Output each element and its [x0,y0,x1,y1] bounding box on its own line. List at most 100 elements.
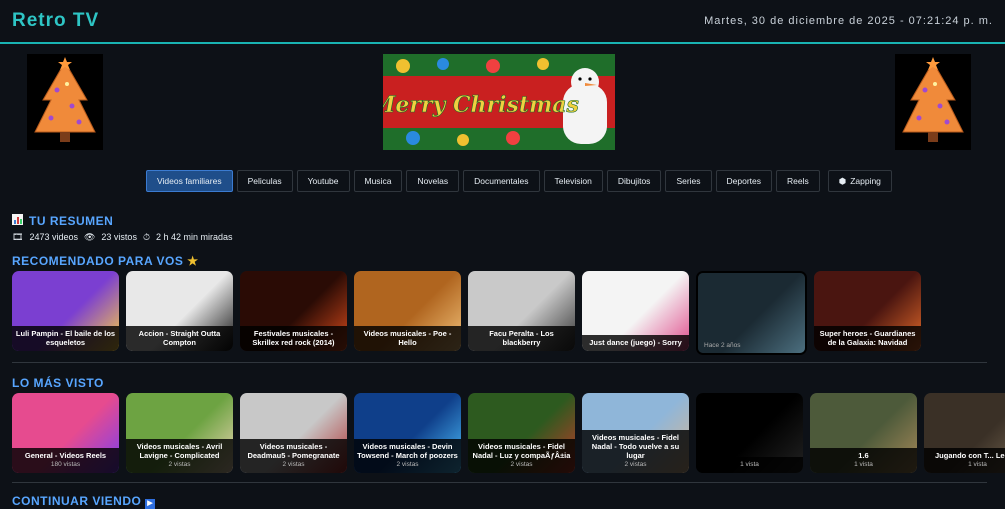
video-card[interactable]: Accion - Straight Outta Compton [126,271,233,351]
summary-tiempo: 2 h 42 min miradas [155,232,233,242]
video-caption: Videos musicales - Fidel Nadal - Luz y c… [468,439,575,473]
video-title: Accion - Straight Outta Compton [138,329,221,347]
summary-vistos: 23 vistos [101,232,137,242]
video-age: Hace 2 años [704,342,741,349]
recomendado-title-text: RECOMENDADO PARA VOS [12,254,184,268]
video-caption: 1 vista [696,457,803,473]
nav-dibujitos[interactable]: Dibujitos [606,170,662,192]
recomendado-row: Luli Pampin - El baile de los esqueletos… [12,271,921,355]
summary-videos: 2473 videos [29,232,78,242]
video-card[interactable]: Hace 2 años [696,271,807,355]
mas-visto-row: General - Videos Reels 180 vistas Videos m… [12,393,1005,473]
video-title: Jugando con T... Lego 5 [934,451,1005,461]
category-nav: Videos familiares Peliculas Youtube Musi… [146,170,892,192]
video-views: 2 vistas [624,461,647,469]
nav-novelas[interactable]: Novelas [406,170,460,192]
star-icon: ★ [187,254,199,268]
video-title: Luli Pampin - El baile de los esqueletos [15,329,116,347]
video-card[interactable]: Videos musicales - Avril Lavigne - Compl… [126,393,233,473]
timer-icon: ⏱ [142,232,150,242]
nav-zapping[interactable]: ⬢ Zapping [827,170,892,192]
video-title: Videos musicales - Avril Lavigne - Compl… [136,442,223,461]
cube-icon: ⬢ [838,175,847,186]
summary-panel: TU RESUMEN 🎞 2473 videos 👁 23 vistos ⏱ 2… [12,214,233,243]
chart-icon [12,214,23,228]
video-title: Videos musicales - Poe - Hello [363,329,452,347]
video-card[interactable]: Videos musicales - Poe - Hello [354,271,461,351]
video-caption: General - Videos Reels 180 vistas [12,448,119,473]
video-title: Videos musicales - Fidel Nadal - Luz y c… [472,442,571,461]
summary-title: TU RESUMEN [29,214,114,228]
video-card[interactable]: Videos musicales - Fidel Nadal - Luz y c… [468,393,575,473]
top-bar: Retro TV Martes, 30 de diciembre de 2025… [0,0,1005,44]
video-caption: Facu Peralta - Los blackberry [468,326,575,351]
video-card[interactable]: Jugando con T... Lego 51 vista [924,393,1005,473]
video-card[interactable]: Luli Pampin - El baile de los esqueletos [12,271,119,351]
video-caption: Videos musicales - Deadmau5 - Pomegranat… [240,439,347,473]
video-card[interactable]: Videos musicales - Deadmau5 - Pomegranat… [240,393,347,473]
continuar-title-text: CONTINUAR VIENDO [12,494,142,508]
recomendado-section-title: RECOMENDADO PARA VOS ★ [12,254,198,268]
merry-christmas-banner: Merry Christmas [383,54,615,150]
video-card[interactable]: General - Videos Reels 180 vistas [12,393,119,473]
video-caption: Videos musicales - Devin Towsend - March… [354,439,461,473]
nav-television[interactable]: Television [543,170,603,192]
christmas-tree-left [27,54,103,150]
app-title[interactable]: Retro TV [12,10,99,32]
video-title: General - Videos Reels [24,451,107,461]
nav-videos-familiares[interactable]: Videos familiares [146,170,233,192]
christmas-tree-right [895,54,971,150]
video-views: 1 vista [968,461,987,469]
video-views: 2 vistas [396,461,419,469]
video-views: 1 vista [740,461,759,469]
nav-musica[interactable]: Musica [353,170,403,192]
video-caption: Jugando con T... Lego 51 vista [924,448,1005,473]
section-divider [12,362,987,363]
video-card[interactable]: Festivales musicales - Skrillex red rock… [240,271,347,351]
video-title: Just dance (juego) - Sorry [589,338,682,347]
banner-text: Merry Christmas [383,92,579,118]
video-title: Super heroes - Guardianes de la Galaxia:… [819,329,916,347]
nav-zapping-label: Zapping [850,176,881,186]
video-card[interactable]: 1 vista [696,393,803,473]
nav-deportes[interactable]: Deportes [715,170,773,192]
video-caption: Videos musicales - Poe - Hello [354,326,461,351]
mas-visto-section-title: LO MÁS VISTO [12,376,104,390]
nav-reels[interactable]: Reels [776,170,820,192]
video-title: Videos musicales - Deadmau5 - Pomegranat… [247,442,340,461]
video-card[interactable]: Videos musicales - Fidel Nadal - Todo vu… [582,393,689,473]
video-views: 2 vistas [168,461,191,469]
holiday-header: Merry Christmas [0,44,1005,154]
video-card[interactable]: Videos musicales - Devin Towsend - March… [354,393,461,473]
video-title: Videos musicales - Fidel Nadal - Todo vu… [591,433,680,461]
video-caption: Luli Pampin - El baile de los esqueletos [12,326,119,351]
video-views: 2 vistas [510,461,533,469]
video-caption: Videos musicales - Avril Lavigne - Compl… [126,439,233,473]
video-card[interactable]: 1.6 1 vista [810,393,917,473]
video-card[interactable]: Facu Peralta - Los blackberry [468,271,575,351]
video-card[interactable]: Super heroes - Guardianes de la Galaxia:… [814,271,921,351]
video-views: 2 vistas [282,461,305,469]
video-caption: Festivales musicales - Skrillex red rock… [240,326,347,351]
video-caption: 1.6 1 vista [810,448,917,473]
video-title: Videos musicales - Devin Towsend - March… [357,442,458,461]
nav-documentales[interactable]: Documentales [463,170,540,192]
video-caption: Super heroes - Guardianes de la Galaxia:… [814,326,921,351]
section-divider [12,482,987,483]
nav-series[interactable]: Series [665,170,712,192]
video-views: 1 vista [854,461,873,469]
nav-youtube[interactable]: Youtube [296,170,350,192]
continuar-section-title: CONTINUAR VIENDO ▶ [12,494,156,509]
video-views: 180 vistas [50,461,81,469]
video-caption: Videos musicales - Fidel Nadal - Todo vu… [582,430,689,473]
video-title: Facu Peralta - Los blackberry [489,329,554,347]
play-icon: ▶ [145,499,156,509]
nav-peliculas[interactable]: Peliculas [236,170,293,192]
video-title: Festivales musicales - Skrillex red rock… [252,329,335,347]
film-icon: 🎞 [12,232,24,242]
video-thumbnail [698,273,805,353]
video-caption: Just dance (juego) - Sorry [582,335,689,351]
video-title: 1.6 [858,451,869,461]
video-card[interactable]: Just dance (juego) - Sorry [582,271,689,351]
eye-icon: 👁 [83,232,96,242]
